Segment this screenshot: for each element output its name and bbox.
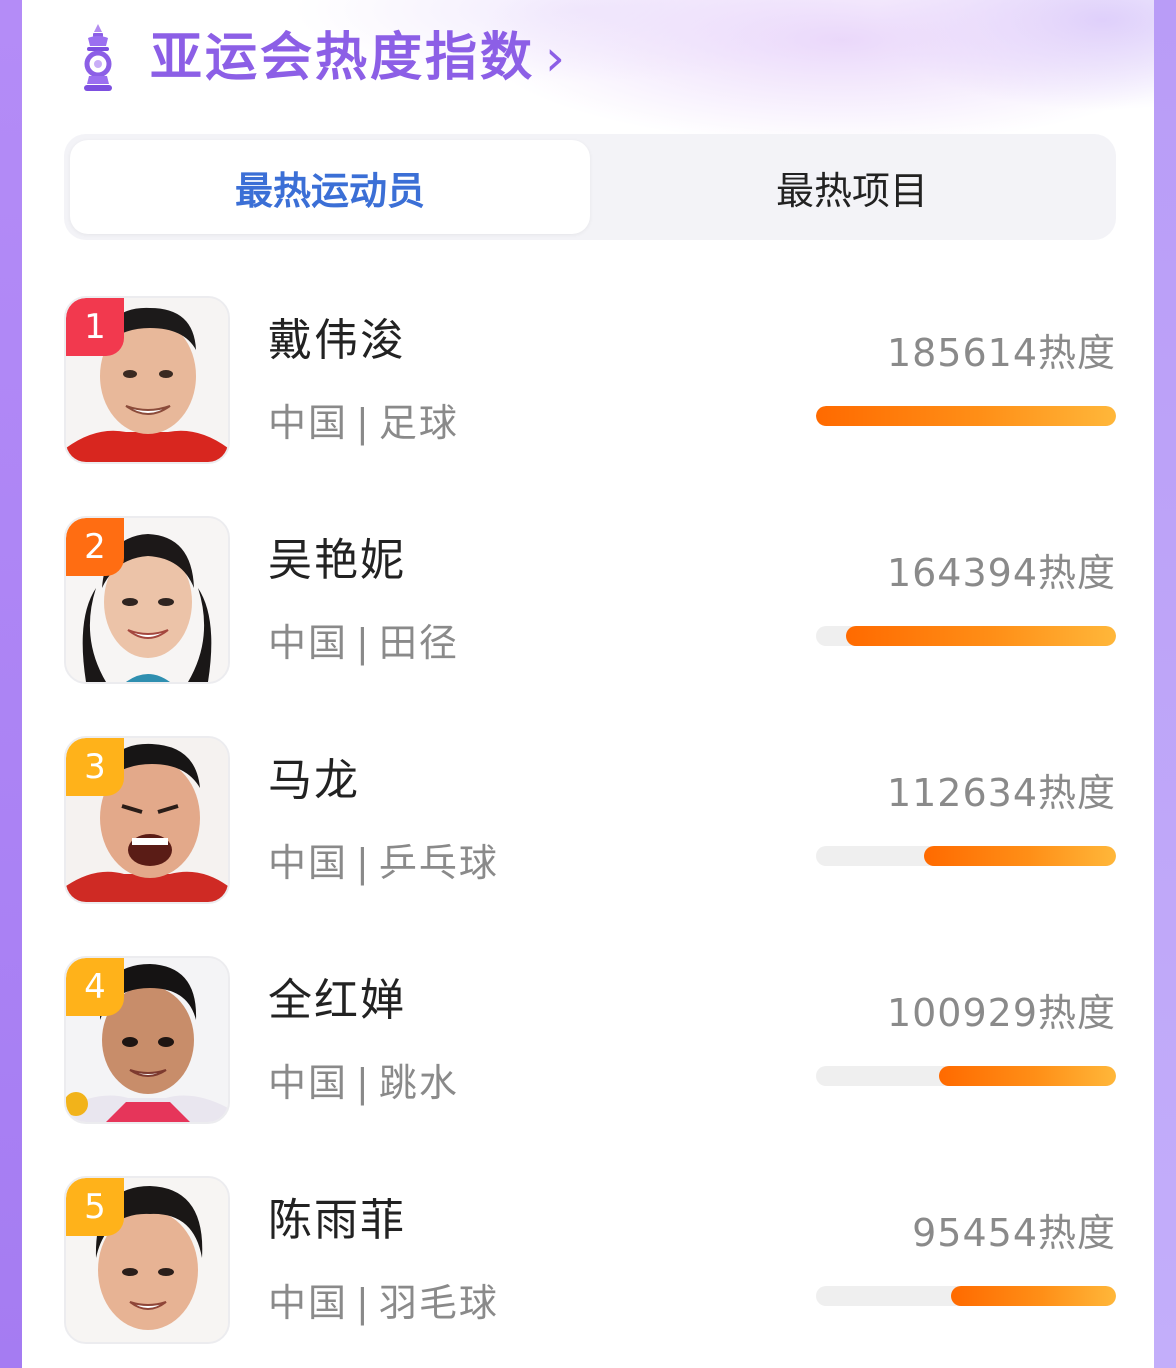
- athlete-sport: 跳水: [378, 1061, 459, 1105]
- athlete-meta: 中国 | 足球: [268, 392, 459, 447]
- heat-value: 100929热度: [886, 991, 1116, 1035]
- meta-separator: |: [356, 621, 371, 665]
- rank-badge: 4: [66, 958, 124, 1016]
- athlete-name: 吴艳妮: [268, 535, 406, 586]
- tab-hottest-events[interactable]: 最热项目: [592, 140, 1112, 234]
- athlete-country: 中国: [268, 1281, 349, 1325]
- athlete-meta: 中国 | 田径: [268, 612, 459, 667]
- avatar: 4: [64, 956, 230, 1124]
- avatar: 5: [64, 1176, 230, 1344]
- athlete-meta: 中国 | 羽毛球: [268, 1272, 499, 1327]
- athlete-sport: 田径: [378, 621, 459, 665]
- heat-bar-fill: [951, 1286, 1116, 1306]
- meta-separator: |: [356, 1281, 371, 1325]
- heat-bar-fill: [924, 846, 1116, 866]
- athlete-row[interactable]: 3 马龙 中国 | 乒乓球 112634热度: [64, 736, 1116, 904]
- athlete-row[interactable]: 5 陈雨菲 中国 | 羽毛球 95454热度: [64, 1176, 1116, 1344]
- chevron-right-icon: ›: [545, 29, 566, 87]
- athlete-name: 戴伟浚: [268, 315, 406, 366]
- meta-separator: |: [356, 1061, 371, 1105]
- athlete-sport: 羽毛球: [378, 1281, 499, 1325]
- heat-bar-fill: [846, 626, 1116, 646]
- heat-bar: [816, 406, 1116, 426]
- heat-bar-fill: [816, 406, 1116, 426]
- rank-badge: 3: [66, 738, 124, 796]
- asian-games-torch-icon: [78, 22, 118, 94]
- athlete-row[interactable]: 2 吴艳妮 中国 | 田径 164394热度: [64, 516, 1116, 684]
- heat-bar-fill: [939, 1066, 1116, 1086]
- meta-separator: |: [356, 401, 371, 445]
- athlete-meta: 中国 | 乒乓球: [268, 832, 499, 887]
- rank-badge: 5: [66, 1178, 124, 1236]
- heat-value: 164394热度: [886, 551, 1116, 595]
- athlete-name: 陈雨菲: [268, 1195, 406, 1246]
- athlete-country: 中国: [268, 1061, 349, 1105]
- avatar: 1: [64, 296, 230, 464]
- athlete-sport: 乒乓球: [378, 841, 499, 885]
- athlete-name: 马龙: [268, 755, 360, 806]
- meta-separator: |: [356, 841, 371, 885]
- left-border: [0, 0, 22, 1368]
- header[interactable]: 亚运会热度指数 ›: [78, 18, 565, 98]
- page: 亚运会热度指数 › 最热运动员 最热项目 1 戴伟浚 中国 | 足球 18561…: [0, 0, 1176, 1368]
- heat-value: 95454热度: [912, 1211, 1116, 1255]
- avatar: 2: [64, 516, 230, 684]
- heat-bar: [816, 1286, 1116, 1306]
- athlete-country: 中国: [268, 401, 349, 445]
- rank-badge: 2: [66, 518, 124, 576]
- heat-bar: [816, 1066, 1116, 1086]
- athlete-name: 全红婵: [268, 975, 406, 1026]
- athlete-country: 中国: [268, 841, 349, 885]
- athlete-row[interactable]: 4 全红婵 中国 | 跳水 100929热度: [64, 956, 1116, 1124]
- rank-badge: 1: [66, 298, 124, 356]
- heat-value: 185614热度: [886, 331, 1116, 375]
- heat-value: 112634热度: [886, 771, 1116, 815]
- avatar: 3: [64, 736, 230, 904]
- heat-bar: [816, 626, 1116, 646]
- heat-index-card: 亚运会热度指数 › 最热运动员 最热项目 1 戴伟浚 中国 | 足球 18561…: [22, 0, 1154, 1368]
- tab-hottest-athletes[interactable]: 最热运动员: [70, 140, 590, 234]
- page-title: 亚运会热度指数: [150, 28, 536, 88]
- tab-bar: 最热运动员 最热项目: [64, 134, 1116, 240]
- heat-bar: [816, 846, 1116, 866]
- athlete-meta: 中国 | 跳水: [268, 1052, 459, 1107]
- right-border: [1154, 0, 1176, 1368]
- athlete-row[interactable]: 1 戴伟浚 中国 | 足球 185614热度: [64, 296, 1116, 464]
- athlete-country: 中国: [268, 621, 349, 665]
- athlete-sport: 足球: [378, 401, 459, 445]
